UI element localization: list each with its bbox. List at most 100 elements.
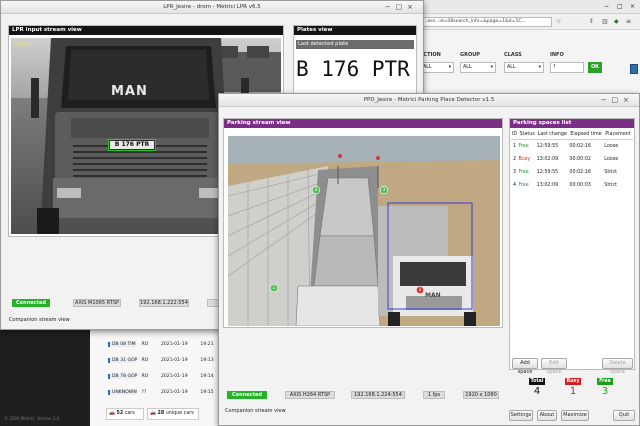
lpr-titlebar: LPR_Jesire - drom - Metrici LPR v6.5 −□× xyxy=(1,1,423,14)
table-row[interactable]: DB 31 GOP RO 2021-01-19 19:13 xyxy=(108,358,228,363)
car-icon: 🚗 xyxy=(109,411,115,416)
busy-value: 1 xyxy=(569,386,577,397)
address-bar-row: ...ass...id=08search_info=&page=1&d=1C..… xyxy=(418,14,640,30)
companion-stream-label: Companion stream view xyxy=(9,317,70,323)
placement-cell: Loose xyxy=(604,143,619,149)
column-header[interactable]: ID xyxy=(511,130,518,140)
filter-label-info: INFO xyxy=(550,52,564,58)
code-cell: ?? xyxy=(141,390,147,395)
code-cell: RO xyxy=(141,374,149,379)
maximize-icon[interactable]: □ xyxy=(617,3,623,10)
address-bar[interactable]: ...ass...id=08search_info=&page=1&d=1C..… xyxy=(420,17,552,27)
extension-icon[interactable]: ◆ xyxy=(614,18,619,25)
stream-resolution: 1920 x 1080 xyxy=(463,391,499,399)
elapsed-cell: 00:02:16 xyxy=(569,169,591,175)
maximize-icon[interactable]: □ xyxy=(612,96,624,104)
status-cell: Busy xyxy=(518,156,531,162)
cars-count-box: 🚗 52 cars xyxy=(106,408,144,420)
stream-ip: 192.168.1.222:554 xyxy=(139,299,189,307)
companion-stream-label: Companion stream view xyxy=(225,408,286,414)
space-marker-3[interactable]: 3 xyxy=(381,187,387,193)
close-icon[interactable]: × xyxy=(407,3,418,11)
delete-space-button[interactable]: Delete space xyxy=(602,358,633,375)
elapsed-cell: 00:00:02 xyxy=(569,156,591,162)
browser-toolbar: − □ × xyxy=(418,0,640,14)
about-button[interactable]: About xyxy=(537,410,557,421)
busy-counter: Busy 1 xyxy=(565,378,581,399)
elapsed-cell: 00:02:16 xyxy=(569,143,591,149)
maximize-icon[interactable]: □ xyxy=(396,3,408,11)
stream-ip: 192.168.1.224:554 xyxy=(351,391,405,399)
close-icon[interactable]: × xyxy=(630,3,635,10)
ok-button[interactable]: OK xyxy=(588,62,602,73)
minimize-icon[interactable]: − xyxy=(601,96,612,104)
filter-label-class: CLASS xyxy=(504,52,522,58)
close-icon[interactable]: × xyxy=(623,96,634,104)
time-cell: 19:13 xyxy=(200,358,214,363)
code-cell: RO xyxy=(141,358,149,363)
maximize-button[interactable]: Maximize xyxy=(561,410,589,421)
settings-button[interactable]: Settings xyxy=(509,410,533,421)
id-cell: 3 xyxy=(513,169,517,175)
quit-button[interactable]: Quit xyxy=(613,410,635,421)
side-widget-icon[interactable] xyxy=(630,64,638,74)
total-counter: Total 4 xyxy=(529,378,545,399)
parking-stream-panel: Parking stream view MAN 1 2 3 4 xyxy=(223,118,503,328)
date-cell: 2021-01-19 xyxy=(160,374,188,379)
star-icon[interactable]: ☆ xyxy=(556,18,561,25)
ppd-window: PPD_Jesire - Metrici Parking Place Detec… xyxy=(218,93,640,426)
menu-icon[interactable]: ≡ xyxy=(626,18,631,25)
edit-space-button[interactable]: Edit space xyxy=(541,358,567,375)
minimize-icon[interactable]: − xyxy=(385,3,396,11)
total-value: 4 xyxy=(533,386,541,397)
table-header-row: ID Status Last change Elapsed time Place… xyxy=(511,130,633,140)
column-header[interactable]: Last change xyxy=(537,130,570,140)
date-cell: 2021-01-19 xyxy=(160,342,188,347)
connection-status: Connected xyxy=(12,299,50,307)
background-app-strip: © 2020 Metrici. Version 3.4 xyxy=(0,330,90,426)
free-value: 3 xyxy=(601,386,609,397)
filter-label-group: GROUP xyxy=(460,52,480,58)
table-row[interactable]: 3 Free 12:59:55 00:02:16 Strict xyxy=(511,166,633,179)
parking-spaces-table: ID Status Last change Elapsed time Place… xyxy=(511,130,633,192)
table-row[interactable]: 1 Free 12:59:55 00:02:16 Loose xyxy=(511,140,633,153)
last-change-cell: 12:59:55 xyxy=(536,169,559,175)
section-select[interactable]: ALL ▾ xyxy=(420,62,454,73)
sidebar-icon[interactable]: ▥ xyxy=(602,18,608,25)
group-select[interactable]: ALL ▾ xyxy=(460,62,496,73)
space-marker-1[interactable]: 1 xyxy=(271,285,277,291)
column-header[interactable]: Status xyxy=(518,130,536,140)
code-cell: RO xyxy=(141,342,149,347)
class-select[interactable]: ALL ▾ xyxy=(504,62,544,73)
stream-fps: 1 fps xyxy=(423,391,445,399)
table-row[interactable]: 4 Free 13:02:09 00:00:03 Strict xyxy=(511,179,633,192)
table-row[interactable]: 2 Busy 13:02:09 00:00:02 Loose xyxy=(511,153,633,166)
table-row[interactable]: DB 78 GOP RO 2021-01-19 19:14 xyxy=(108,374,228,379)
overlay-text: TRACKER: ... ... ... xyxy=(13,42,35,58)
app-footer: © 2020 Metrici. Version 3.4 xyxy=(4,416,60,421)
id-cell: 2 xyxy=(513,156,517,162)
column-header[interactable]: Placement xyxy=(604,130,633,140)
status-cell: Free xyxy=(518,169,529,175)
stream-source: AXIS M1065 RTSP xyxy=(73,299,121,307)
total-label: Total xyxy=(529,378,545,385)
busy-label: Busy xyxy=(565,378,581,385)
id-cell: 4 xyxy=(513,182,517,188)
minimize-icon[interactable]: − xyxy=(604,3,609,10)
add-space-button[interactable]: Add space xyxy=(512,358,538,375)
parking-spaces-panel: Parking spaces list ID Status Last chang… xyxy=(509,118,635,375)
column-header[interactable]: Elapsed time xyxy=(569,130,604,140)
plate-cell: DB 78 GOP xyxy=(108,374,137,379)
date-cell: 2021-01-19 xyxy=(160,358,188,363)
plate-cell: UNKNOWN xyxy=(108,390,137,395)
space-marker-2[interactable]: 2 xyxy=(417,287,423,293)
table-row[interactable]: DB 08 TIM RO 2021-01-19 19:21 xyxy=(108,342,228,347)
plate-cell: DB 08 TIM xyxy=(108,342,136,347)
info-input[interactable]: ? xyxy=(550,62,584,73)
table-row[interactable]: UNKNOWN ?? 2021-01-19 19:15 xyxy=(108,390,228,395)
space-marker-4[interactable]: 4 xyxy=(313,187,319,193)
time-cell: 19:15 xyxy=(200,390,214,395)
stream-source: AXIS H264 RTSP xyxy=(285,391,335,399)
library-icon[interactable]: ⫴ xyxy=(590,18,593,25)
chevron-down-icon: ▾ xyxy=(490,65,493,70)
